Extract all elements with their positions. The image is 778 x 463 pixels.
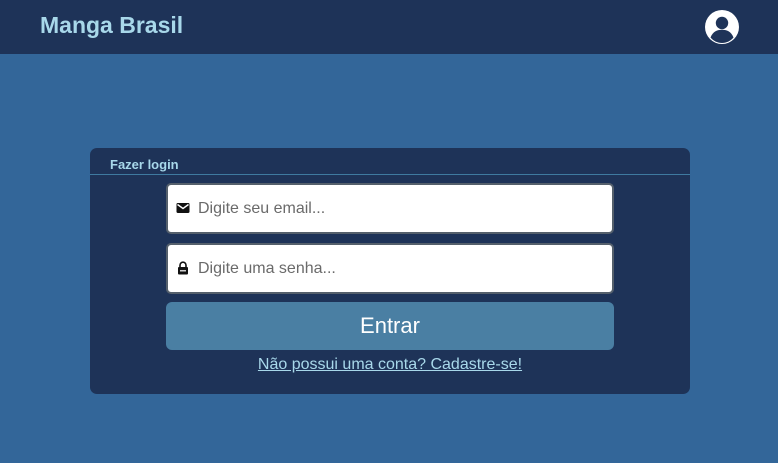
password-field[interactable]	[166, 243, 614, 294]
top-navbar: Manga Brasil	[0, 0, 778, 54]
lock-icon	[176, 261, 190, 275]
password-input[interactable]	[198, 245, 608, 292]
login-card: Fazer login Entrar Não possui uma conta?…	[90, 148, 690, 394]
title-divider	[90, 174, 690, 175]
email-field[interactable]	[166, 183, 614, 234]
user-profile-button[interactable]	[704, 9, 740, 45]
login-submit-button[interactable]: Entrar	[166, 302, 614, 350]
signup-link[interactable]: Não possui uma conta? Cadastre-se!	[90, 356, 690, 374]
email-input[interactable]	[198, 185, 608, 232]
envelope-icon	[176, 201, 190, 215]
brand-logo-text[interactable]: Manga Brasil	[40, 12, 183, 39]
login-title: Fazer login	[110, 157, 179, 172]
user-circle-icon	[705, 10, 739, 44]
